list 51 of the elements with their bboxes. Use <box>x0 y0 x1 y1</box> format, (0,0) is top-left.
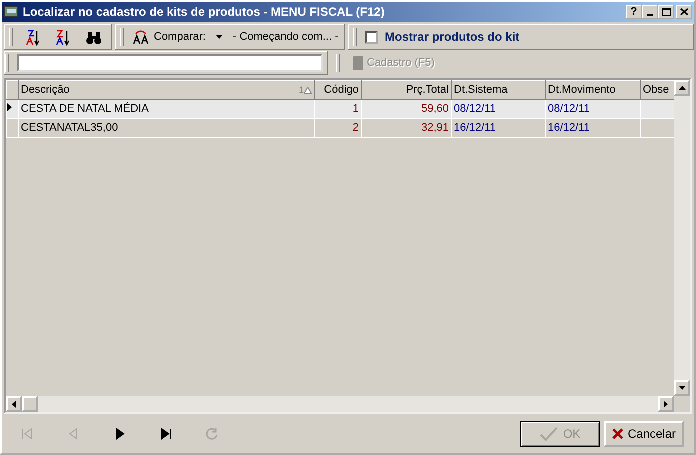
compare-icon <box>132 29 150 45</box>
sort-descending-icon[interactable] <box>56 28 72 46</box>
app-icon <box>4 4 20 20</box>
checkbox-label: Mostrar produtos do kit <box>385 30 520 44</box>
cancel-button[interactable]: Cancelar <box>604 420 684 446</box>
maximize-icon <box>662 8 670 16</box>
sort-index: 1 <box>298 85 304 95</box>
column-header[interactable]: Código <box>314 80 362 100</box>
table-row[interactable]: CESTA DE NATAL MÉDIA 1 59,60 08/12/11 08/12/11 <box>6 100 674 118</box>
table-cell: 16/12/11 <box>452 118 546 138</box>
search-field[interactable] <box>17 54 323 72</box>
compare-mode[interactable]: - Começando com... - <box>232 31 339 43</box>
minimize-button[interactable] <box>642 5 658 19</box>
scroll-down-button[interactable] <box>674 380 690 396</box>
document-icon <box>352 55 364 71</box>
scroll-up-button[interactable] <box>674 80 690 96</box>
sort-arrow-icon <box>304 86 312 94</box>
table-cell: 32,91 <box>362 118 452 138</box>
column-header[interactable]: Descrição <box>21 84 70 96</box>
table-cell: 2 <box>314 118 362 138</box>
column-header[interactable]: Dt.Movimento <box>546 80 640 100</box>
table-cell: 59,60 <box>362 100 452 118</box>
table-cell: 08/12/11 <box>452 100 546 118</box>
close-button[interactable] <box>676 5 692 19</box>
left-arrow-icon <box>12 400 16 408</box>
table-cell: CESTANATAL35,00 <box>18 118 314 138</box>
column-header[interactable]: Prç.Total <box>362 80 452 100</box>
row-pointer-icon <box>8 103 12 112</box>
caret-icon[interactable] <box>216 35 223 39</box>
table-cell: 16/12/11 <box>546 118 640 138</box>
compare-label: Comparar: <box>154 31 206 43</box>
window-title: Localizar no cadastro de kits de produtos - MENU FISCAL (F12) <box>23 5 386 19</box>
down-arrow-icon <box>678 386 686 390</box>
last-record-icon[interactable] <box>159 426 173 440</box>
help-button[interactable]: ? <box>626 5 642 19</box>
right-arrow-icon <box>664 400 668 408</box>
table-row[interactable]: CESTANATAL35,00 2 32,91 16/12/11 16/12/11 <box>6 118 674 138</box>
maximize-button[interactable] <box>658 5 674 19</box>
checkbox[interactable] <box>365 30 378 44</box>
sort-ascending-icon[interactable] <box>26 28 42 46</box>
scroll-left-button[interactable] <box>6 396 22 412</box>
up-arrow-icon <box>678 86 686 90</box>
column-header[interactable]: Obse <box>640 80 674 100</box>
checkmark-icon <box>539 426 560 442</box>
table-cell: 1 <box>314 100 362 118</box>
table-cell: CESTA DE NATAL MÉDIA <box>18 100 314 118</box>
scroll-right-button[interactable] <box>658 396 674 412</box>
close-icon <box>680 8 688 16</box>
table-cell: 08/12/11 <box>546 100 640 118</box>
scroll-thumb[interactable] <box>22 396 38 412</box>
column-header[interactable]: Dt.Sistema <box>452 80 546 100</box>
